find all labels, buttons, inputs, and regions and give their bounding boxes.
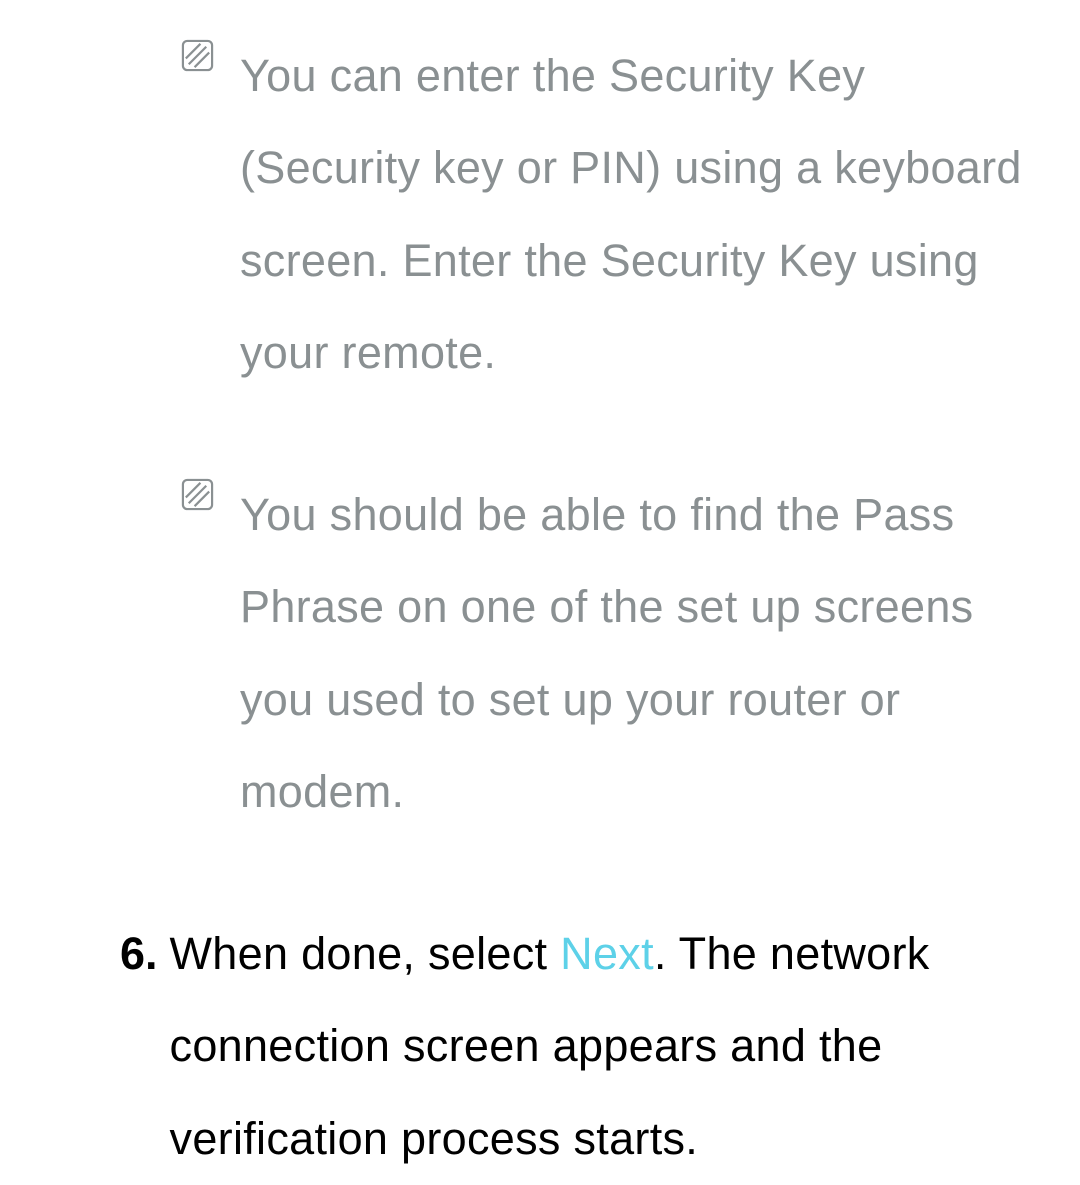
- step-text: When done, select Next. The network conn…: [170, 908, 1050, 1185]
- note-text: You should be able to find the Pass Phra…: [240, 469, 1050, 838]
- step-number: 6.: [120, 908, 158, 1000]
- note-item-1: You can enter the Security Key (Security…: [120, 30, 1050, 399]
- next-highlight: Next: [560, 928, 654, 979]
- step-prefix: When done, select: [170, 928, 561, 979]
- document-page: You can enter the Security Key (Security…: [0, 0, 1080, 1185]
- note-item-2: You should be able to find the Pass Phra…: [120, 469, 1050, 838]
- note-icon: [180, 477, 215, 512]
- note-text: You can enter the Security Key (Security…: [240, 30, 1050, 399]
- step-item-6: 6. When done, select Next. The network c…: [120, 908, 1050, 1185]
- note-icon: [180, 38, 215, 73]
